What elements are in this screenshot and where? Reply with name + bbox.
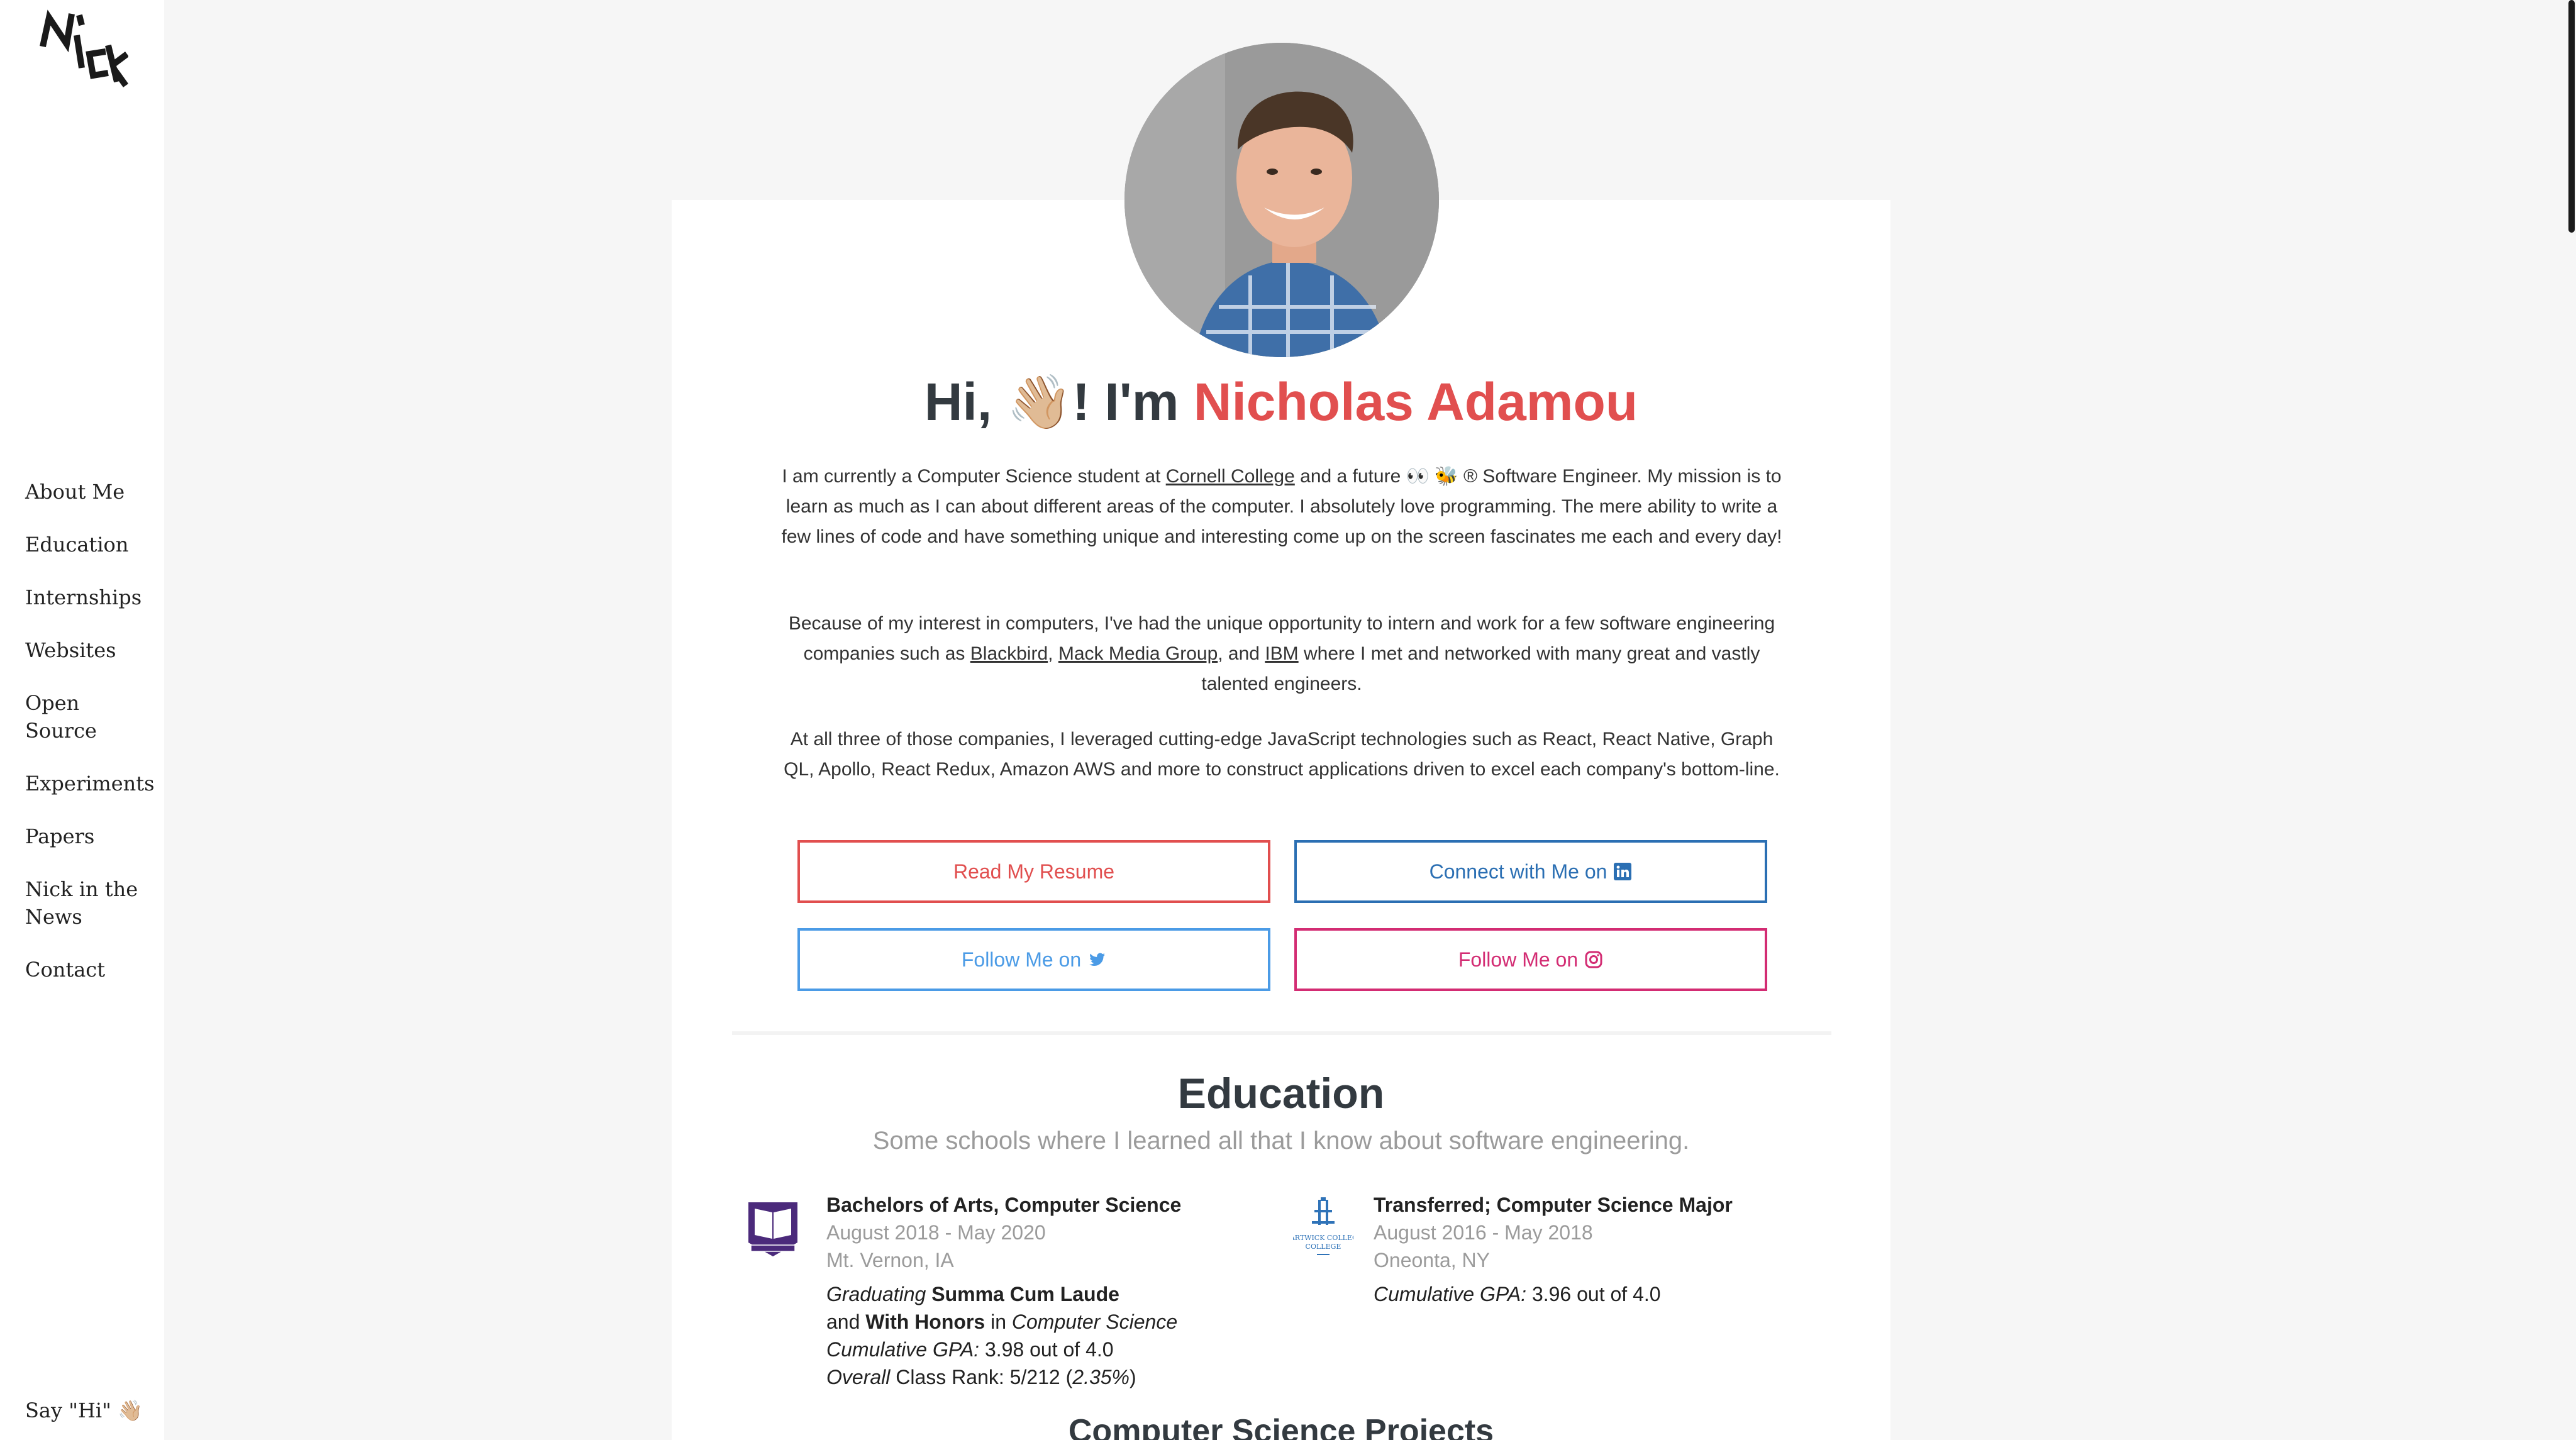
sidebar-item-experiments[interactable]: Experiments xyxy=(25,770,155,797)
hero-name: Nicholas Adamou xyxy=(1193,372,1638,431)
scrollbar[interactable] xyxy=(2567,0,2576,1440)
gpa-label: Cumulative GPA: xyxy=(826,1338,980,1361)
about-paragraph-2: Because of my interest in computers, I'v… xyxy=(780,609,1784,699)
education-location: Oneonta, NY xyxy=(1374,1249,1490,1271)
gpa-value: 3.96 out of 4.0 xyxy=(1531,1283,1661,1305)
ibm-link[interactable]: IBM xyxy=(1265,643,1298,664)
read-resume-button[interactable]: Read My Resume xyxy=(797,840,1270,903)
rank-text: Class Rank: 5/212 ( xyxy=(896,1366,1073,1388)
svg-text:COLLEGE: COLLEGE xyxy=(1306,1243,1341,1251)
hero-greeting: Hi, 👋🏼! I'm xyxy=(924,372,1194,431)
section-divider xyxy=(732,1031,1831,1035)
avatar xyxy=(1124,43,1439,357)
button-label: Follow Me on xyxy=(961,948,1082,971)
education-entry-cornell: Bachelors of Arts, Computer Science Augu… xyxy=(826,1191,1267,1391)
about-paragraph-3: At all three of those companies, I lever… xyxy=(784,729,1780,780)
degree-title: Bachelors of Arts, Computer Science xyxy=(826,1194,1182,1216)
rank-line: Overall Class Rank: 5/212 (2.35%) xyxy=(826,1363,1267,1391)
twitter-icon xyxy=(1089,953,1106,966)
blackbird-link[interactable]: Blackbird xyxy=(970,643,1048,664)
sidebar-nav: About Me Education Internships Websites … xyxy=(25,478,155,1009)
honors-text: and xyxy=(826,1310,860,1333)
degree-title: Transferred; Computer Science Major xyxy=(1374,1194,1733,1216)
hartwick-college-logo-icon: HARTWICK COLLEGE COLLEGE xyxy=(1293,1197,1353,1255)
sidebar-item-internships[interactable]: Internships xyxy=(25,584,151,611)
about-text: , xyxy=(1048,643,1058,664)
honors-text: in xyxy=(991,1310,1006,1333)
about-text: I am currently a Computer Science studen… xyxy=(782,466,1166,487)
connect-linkedin-button[interactable]: Connect with Me on xyxy=(1294,840,1767,903)
honors-strong: Summa Cum Laude xyxy=(931,1283,1119,1305)
instagram-icon xyxy=(1585,951,1602,968)
honors-strong: With Honors xyxy=(865,1310,985,1333)
sidebar-item-papers[interactable]: Papers xyxy=(25,822,151,850)
education-location: Mt. Vernon, IA xyxy=(826,1249,954,1271)
hero-title: Hi, 👋🏼! I'm Nicholas Adamou xyxy=(672,371,1890,433)
gpa-line: Cumulative GPA: 3.98 out of 4.0 xyxy=(826,1336,1267,1363)
gpa-label: Cumulative GPA: xyxy=(1374,1283,1527,1305)
sidebar-item-education[interactable]: Education xyxy=(25,531,151,558)
education-title: Education xyxy=(1177,1070,1385,1117)
education-entry-hartwick: Transferred; Computer Science Major Augu… xyxy=(1374,1191,1814,1308)
honors-line-1: Graduating Summa Cum Laude xyxy=(826,1280,1267,1308)
hartwick-logo-text: HARTWICK COLLEGE xyxy=(1293,1234,1353,1242)
sidebar-item-about-me[interactable]: About Me xyxy=(25,478,151,506)
education-subtitle: Some schools where I learned all that I … xyxy=(872,1127,1690,1155)
button-label: Follow Me on xyxy=(1458,948,1579,971)
nick-logo-icon[interactable] xyxy=(35,8,128,88)
sidebar-item-nick-in-the-news[interactable]: Nick in the News xyxy=(25,875,151,931)
scrollbar-thumb[interactable] xyxy=(2568,0,2575,233)
cornell-college-logo-icon xyxy=(748,1202,797,1256)
projects-section-title: Computer Science Projects xyxy=(1068,1413,1494,1440)
education-dates: August 2018 - May 2020 xyxy=(826,1221,1046,1244)
button-label: Read My Resume xyxy=(953,860,1115,883)
education-dates: August 2016 - May 2018 xyxy=(1374,1221,1593,1244)
profile-photo-icon xyxy=(1124,43,1439,357)
about-paragraph-1: I am currently a Computer Science studen… xyxy=(780,462,1784,552)
sidebar: About Me Education Internships Websites … xyxy=(0,0,164,1440)
linkedin-icon xyxy=(1614,863,1632,880)
gpa-value: 3.98 out of 4.0 xyxy=(984,1338,1114,1361)
rank-percent: 2.35% xyxy=(1072,1366,1130,1388)
about-text: , and xyxy=(1218,643,1265,664)
cornell-college-link[interactable]: Cornell College xyxy=(1166,466,1295,487)
say-hi-link[interactable]: Say "Hi" 👋🏼 xyxy=(25,1398,143,1422)
follow-instagram-button[interactable]: Follow Me on xyxy=(1294,928,1767,991)
honors-em: Computer Science xyxy=(1011,1310,1178,1333)
honors-em: Graduating xyxy=(826,1283,926,1305)
mack-media-group-link[interactable]: Mack Media Group xyxy=(1058,643,1218,664)
sidebar-item-websites[interactable]: Websites xyxy=(25,636,151,664)
sidebar-item-contact[interactable]: Contact xyxy=(25,956,151,983)
honors-line-2: and With Honors in Computer Science xyxy=(826,1308,1267,1336)
follow-twitter-button[interactable]: Follow Me on xyxy=(797,928,1270,991)
rank-text: ) xyxy=(1130,1366,1136,1388)
gpa-line: Cumulative GPA: 3.96 out of 4.0 xyxy=(1374,1280,1814,1308)
button-label: Connect with Me on xyxy=(1429,860,1607,883)
rank-em: Overall xyxy=(826,1366,891,1388)
sidebar-item-open-source[interactable]: Open Source xyxy=(25,689,151,745)
